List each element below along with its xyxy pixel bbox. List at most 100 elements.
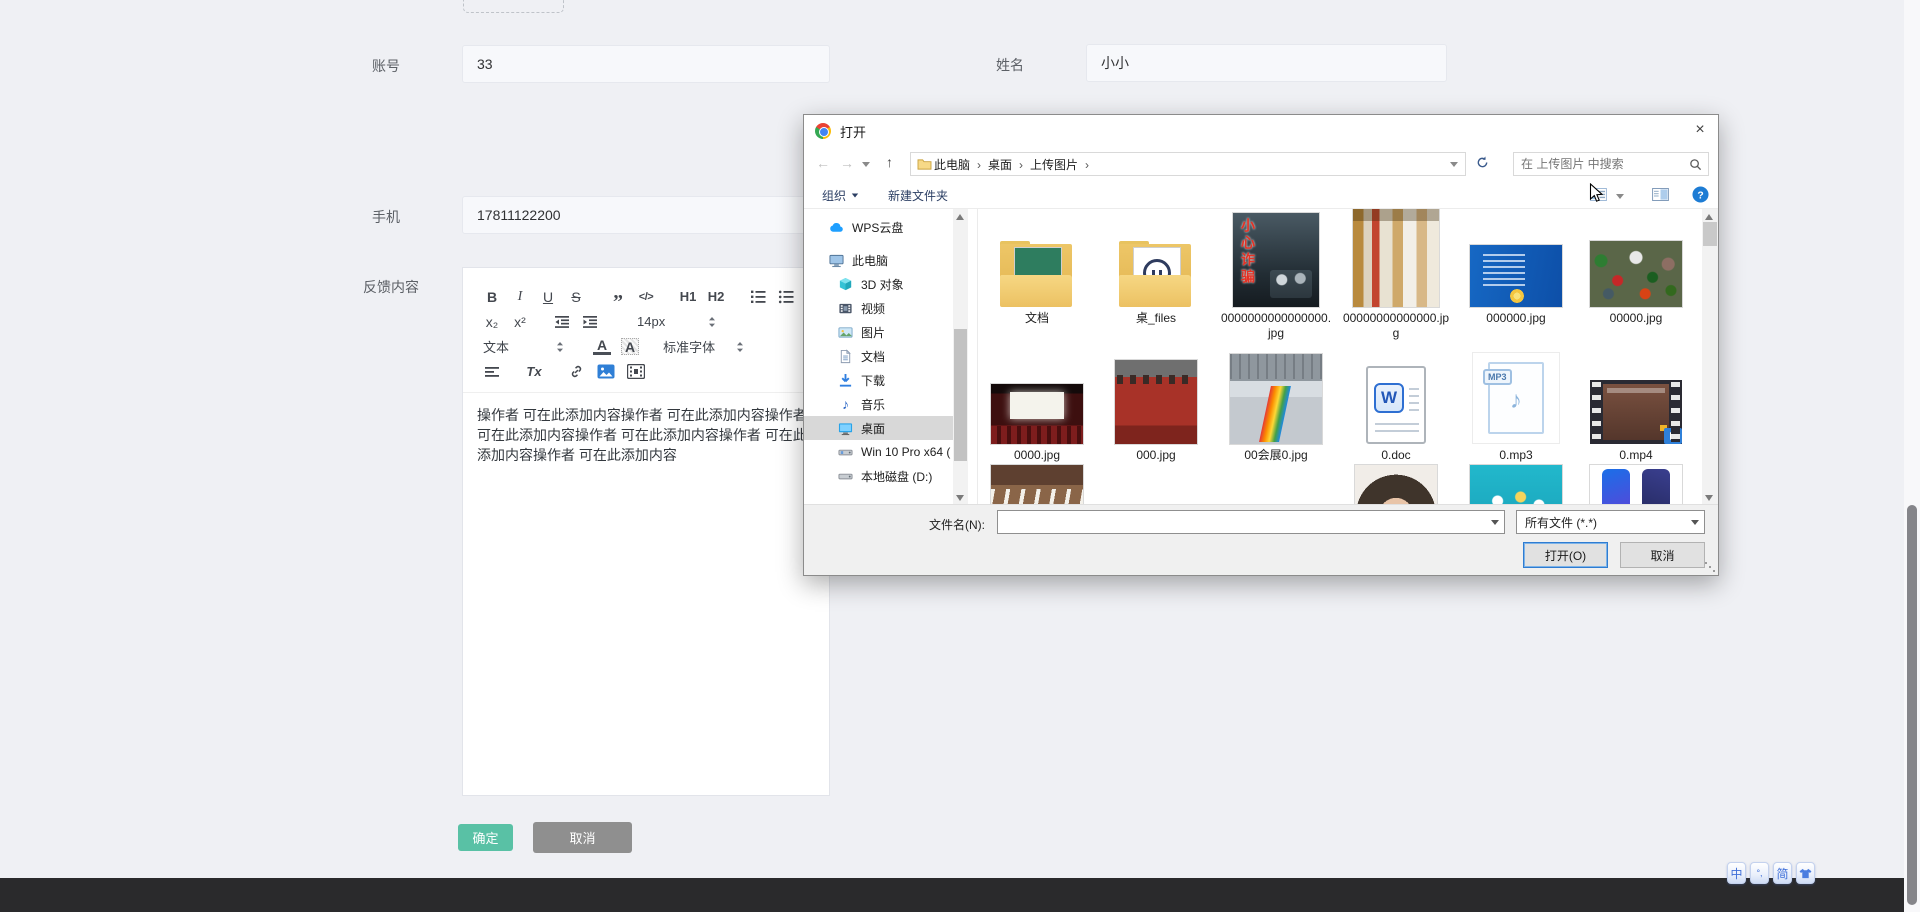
ime-chinese-button[interactable]: 中 [1727,862,1746,884]
account-input[interactable] [462,45,830,83]
search-input[interactable] [1514,157,1689,171]
insert-video-button[interactable] [627,362,645,382]
insert-image-button[interactable] [597,362,615,382]
code-view-button[interactable]: </> [637,287,655,307]
paragraph-format-button[interactable]: 文本 [483,337,541,357]
file-item[interactable]: W0.doc [1338,348,1454,463]
file-item[interactable] [979,465,1095,506]
file-item[interactable] [1578,465,1694,506]
heading-1-button[interactable]: H1 [679,287,697,307]
sidebar-item-desktop[interactable]: 桌面 [804,416,953,440]
sidebar-scrollbar[interactable] [953,209,968,506]
resize-grip[interactable] [1705,562,1707,564]
sidebar-item-win10-drive[interactable]: Win 10 Pro x64 ( [804,440,953,464]
name-input[interactable] [1086,44,1447,82]
indent-button[interactable] [581,312,599,332]
clear-format-button[interactable]: Tx [525,362,543,382]
paragraph-stepper-button[interactable] [551,337,569,357]
sidebar-item-this-pc[interactable]: 此电脑 [804,248,953,272]
organize-button[interactable]: 组织 [822,187,859,204]
grid-scrollbar[interactable] [1702,209,1718,506]
confirm-button[interactable]: 确定 [458,824,513,851]
sidebar-item-downloads[interactable]: 下载 [804,368,953,392]
file-item[interactable]: 00000.jpg [1578,211,1694,326]
scrollbar-thumb[interactable] [954,329,967,461]
bold-button[interactable]: B [483,287,501,307]
blockquote-button[interactable]: ” [609,287,627,307]
history-dropdown-icon[interactable] [862,162,870,167]
file-item[interactable]: 桌_files [1098,211,1214,326]
outdent-button[interactable] [553,312,571,332]
open-button[interactable]: 打开(O) [1523,542,1608,568]
file-item[interactable]: 0000.jpg [979,348,1095,463]
upload-dropzone[interactable] [463,0,564,13]
breadcrumb[interactable]: 此电脑›桌面›上传图片› [910,152,1466,176]
address-dropdown-icon[interactable] [1450,162,1458,167]
phone-input[interactable] [462,196,830,234]
filename-input[interactable] [998,511,1486,533]
subscript-button[interactable]: x₂ [483,312,501,332]
scroll-up-icon[interactable] [956,214,964,220]
highlight-color-button[interactable]: A [621,338,639,355]
up-icon[interactable]: ↑ [886,154,893,170]
ime-skin-button[interactable] [1796,862,1815,884]
file-item[interactable] [1458,465,1574,506]
rich-text-editor[interactable]: BIUS ” </> H1 H2 x₂ x² 14px 文本 AA 标准字体 Tx 操作者 可在此添加… [462,267,830,796]
help-icon[interactable]: ? [1692,186,1709,206]
sidebar-item-music[interactable]: ♪音乐 [804,392,953,416]
file-item[interactable]: 00000000000000.jpg [1338,211,1454,341]
superscript-button[interactable]: x² [511,312,529,332]
sidebar-item-documents[interactable]: 文档 [804,344,953,368]
preview-pane-icon[interactable] [1652,188,1669,204]
views-icon[interactable] [1590,188,1607,204]
refresh-icon[interactable] [1476,156,1489,172]
ime-simplified-button[interactable]: 简 [1773,862,1792,884]
breadcrumb-item[interactable]: 桌面 [988,158,1012,172]
views-dropdown-icon[interactable] [1616,194,1624,199]
scroll-down-icon[interactable] [956,495,964,501]
scroll-down-icon[interactable] [1705,495,1713,501]
dialog-cancel-button[interactable]: 取消 [1620,542,1705,568]
forward-icon[interactable]: → [840,155,854,171]
ordered-list-button[interactable] [749,287,767,307]
font-size-stepper-button[interactable] [703,312,721,332]
underline-button[interactable]: U [539,287,557,307]
close-icon[interactable]: × [1682,115,1718,145]
search-icon[interactable] [1689,158,1702,171]
ime-punctuation-button[interactable]: °, [1750,862,1769,884]
insert-link-button[interactable] [567,362,585,382]
file-item[interactable]: 文档 [979,211,1095,326]
filetype-select[interactable]: 所有文件 (*.*) [1516,510,1705,534]
strikethrough-button[interactable]: S [567,287,585,307]
italic-button[interactable]: I [511,287,529,307]
file-item[interactable]: 0.mp4 [1578,348,1694,463]
text-color-button[interactable]: A [593,338,611,355]
font-family-stepper-button[interactable] [731,337,749,357]
align-button[interactable] [483,362,501,382]
chevron-down-icon[interactable] [1491,520,1499,525]
scrollbar-thumb[interactable] [1703,222,1717,246]
editor-content[interactable]: 操作者 可在此添加内容操作者 可在此添加内容操作者 可在此添加内容操作者 可在此… [463,393,829,477]
unordered-list-button[interactable] [777,287,795,307]
sidebar-item-3d-objects[interactable]: 3D 对象 [804,272,953,296]
font-size-button[interactable]: 14px [637,312,665,332]
dialog-titlebar[interactable]: 打开 × [804,115,1718,147]
new-folder-button[interactable]: 新建文件夹 [888,187,948,204]
font-family-button[interactable]: 标准字体 [663,337,721,357]
sidebar-item-videos[interactable]: 视频 [804,296,953,320]
cancel-button[interactable]: 取消 [533,822,632,853]
breadcrumb-item[interactable]: 此电脑 [934,158,970,172]
file-item[interactable]: 小心诈骗0000000000000000.jpg [1218,211,1334,341]
file-item[interactable]: MP3♪0.mp3 [1458,348,1574,463]
breadcrumb-item[interactable]: 上传图片 [1030,158,1078,172]
heading-2-button[interactable]: H2 [707,287,725,307]
file-item[interactable]: 000000.jpg [1458,211,1574,326]
back-icon[interactable]: ← [816,155,830,171]
scrollbar-thumb[interactable] [1907,505,1917,905]
sidebar-item-pictures[interactable]: 图片 [804,320,953,344]
file-item[interactable] [1338,465,1454,506]
file-item[interactable]: 000.jpg [1098,348,1214,463]
sidebar-item-local-drive-d[interactable]: 本地磁盘 (D:) [804,464,953,488]
sidebar-item-wps-cloud[interactable]: WPS云盘 [804,215,953,239]
scroll-up-icon[interactable] [1705,214,1713,220]
